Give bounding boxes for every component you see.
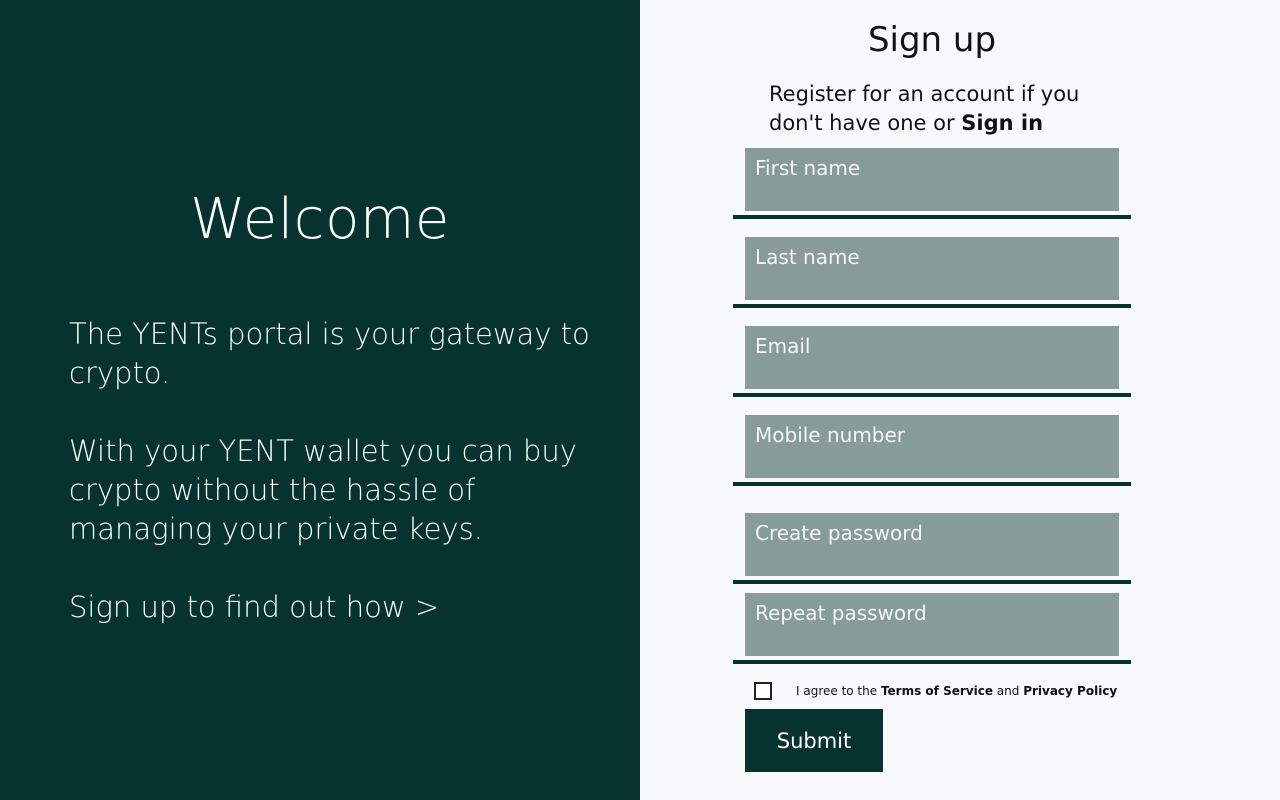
mobile-input[interactable]: [745, 415, 1119, 478]
field-underline: [733, 304, 1131, 308]
signup-cta-link[interactable]: Sign up to find out how >: [69, 588, 609, 627]
terms-of-service-link[interactable]: Terms of Service: [881, 684, 993, 698]
field-underline: [733, 580, 1131, 584]
first-name-input[interactable]: [745, 148, 1119, 211]
welcome-heading: Welcome: [190, 187, 450, 252]
create-password-field[interactable]: [745, 513, 1119, 576]
signup-subtitle: Register for an account if you don't hav…: [769, 80, 1129, 138]
last-name-field[interactable]: [745, 237, 1119, 300]
mobile-field[interactable]: [745, 415, 1119, 478]
field-underline: [733, 660, 1131, 664]
field-underline: [733, 482, 1131, 486]
terms-agreement: I agree to the Terms of Service and Priv…: [754, 680, 1117, 702]
intro-text: The YENTs portal is your gateway to cryp…: [69, 317, 590, 390]
repeat-password-field[interactable]: [745, 593, 1119, 656]
agree-prefix: I agree to the: [796, 684, 881, 698]
email-field[interactable]: [745, 326, 1119, 389]
terms-text: I agree to the Terms of Service and Priv…: [796, 684, 1117, 698]
terms-checkbox[interactable]: [754, 682, 772, 700]
first-name-field[interactable]: [745, 148, 1119, 211]
repeat-password-input[interactable]: [745, 593, 1119, 656]
welcome-panel: Welcome The YENTs portal is your gateway…: [0, 0, 640, 800]
signup-panel: Sign up Register for an account if you d…: [640, 0, 1280, 800]
email-input[interactable]: [745, 326, 1119, 389]
create-password-input[interactable]: [745, 513, 1119, 576]
signin-link[interactable]: Sign in: [961, 111, 1043, 135]
last-name-input[interactable]: [745, 237, 1119, 300]
field-underline: [733, 393, 1131, 397]
wallet-text: With your YENT wallet you can buy crypto…: [69, 434, 577, 546]
page-title: Sign up: [867, 20, 997, 60]
privacy-policy-link[interactable]: Privacy Policy: [1023, 684, 1117, 698]
agree-and: and: [992, 684, 1024, 698]
field-underline: [733, 215, 1131, 219]
submit-button[interactable]: Submit: [745, 709, 883, 772]
